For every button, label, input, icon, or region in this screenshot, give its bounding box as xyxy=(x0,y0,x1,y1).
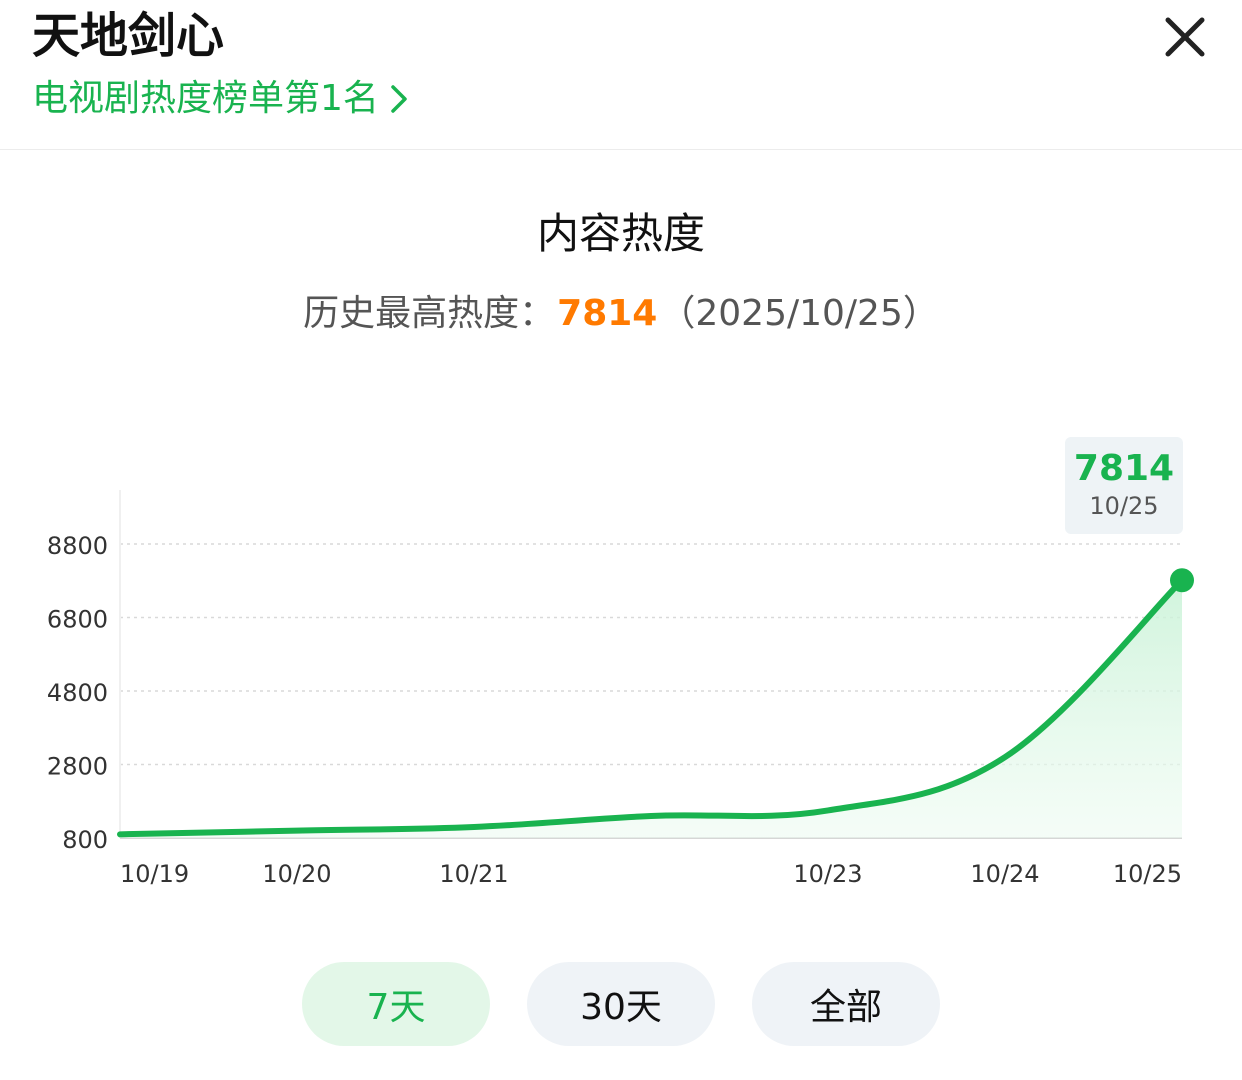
tooltip-date: 10/25 xyxy=(1089,492,1159,520)
close-button[interactable] xyxy=(1158,10,1212,64)
y-tick-label: 2800 xyxy=(47,753,108,781)
ranking-link[interactable]: 电视剧热度榜单第1名 xyxy=(32,76,409,122)
peak-label: 历史最高热度： xyxy=(303,293,556,334)
y-tick-label: 6800 xyxy=(47,606,108,634)
heat-chart: 800 2800 4800 6800 8800 10/19 10/20 10/21 10/23… xyxy=(0,420,1242,910)
tooltip-value: 7814 xyxy=(1073,448,1175,489)
tab-all[interactable]: 全部 xyxy=(752,962,940,1046)
range-tabs: 7天 30天 全部 xyxy=(0,962,1242,1046)
x-tick-label: 10/21 xyxy=(439,860,508,888)
y-tick-label: 8800 xyxy=(47,532,108,560)
tab-7-days[interactable]: 7天 xyxy=(302,962,490,1046)
x-tick-label: 10/25 xyxy=(1113,860,1182,888)
x-tick-label: 10/20 xyxy=(262,860,331,888)
close-icon xyxy=(1165,17,1205,57)
y-tick-label: 4800 xyxy=(47,679,108,707)
header: 天地剑心 电视剧热度榜单第1名 xyxy=(0,0,1242,150)
tab-30-days[interactable]: 30天 xyxy=(527,962,715,1046)
chevron-right-icon xyxy=(391,85,407,113)
section-title: 内容热度 xyxy=(536,209,705,258)
chart-tooltip: 7814 10/25 xyxy=(1065,437,1183,534)
heat-chart-svg: 800 2800 4800 6800 8800 10/19 10/20 10/21 10/23… xyxy=(47,490,1194,888)
highlight-point[interactable] xyxy=(1170,568,1194,593)
x-tick-label: 10/23 xyxy=(793,860,862,888)
peak-summary: 历史最高热度：7814（2025/10/25） xyxy=(0,288,1242,340)
series-area xyxy=(120,580,1182,838)
peak-date: （2025/10/25） xyxy=(659,293,939,334)
x-tick-label: 10/19 xyxy=(120,860,189,888)
show-title: 天地剑心 xyxy=(32,8,225,64)
x-tick-label: 10/24 xyxy=(970,860,1039,888)
peak-value: 7814 xyxy=(557,293,658,334)
y-tick-label: 800 xyxy=(62,826,108,854)
ranking-link-label: 电视剧热度榜单第1名 xyxy=(32,78,379,119)
